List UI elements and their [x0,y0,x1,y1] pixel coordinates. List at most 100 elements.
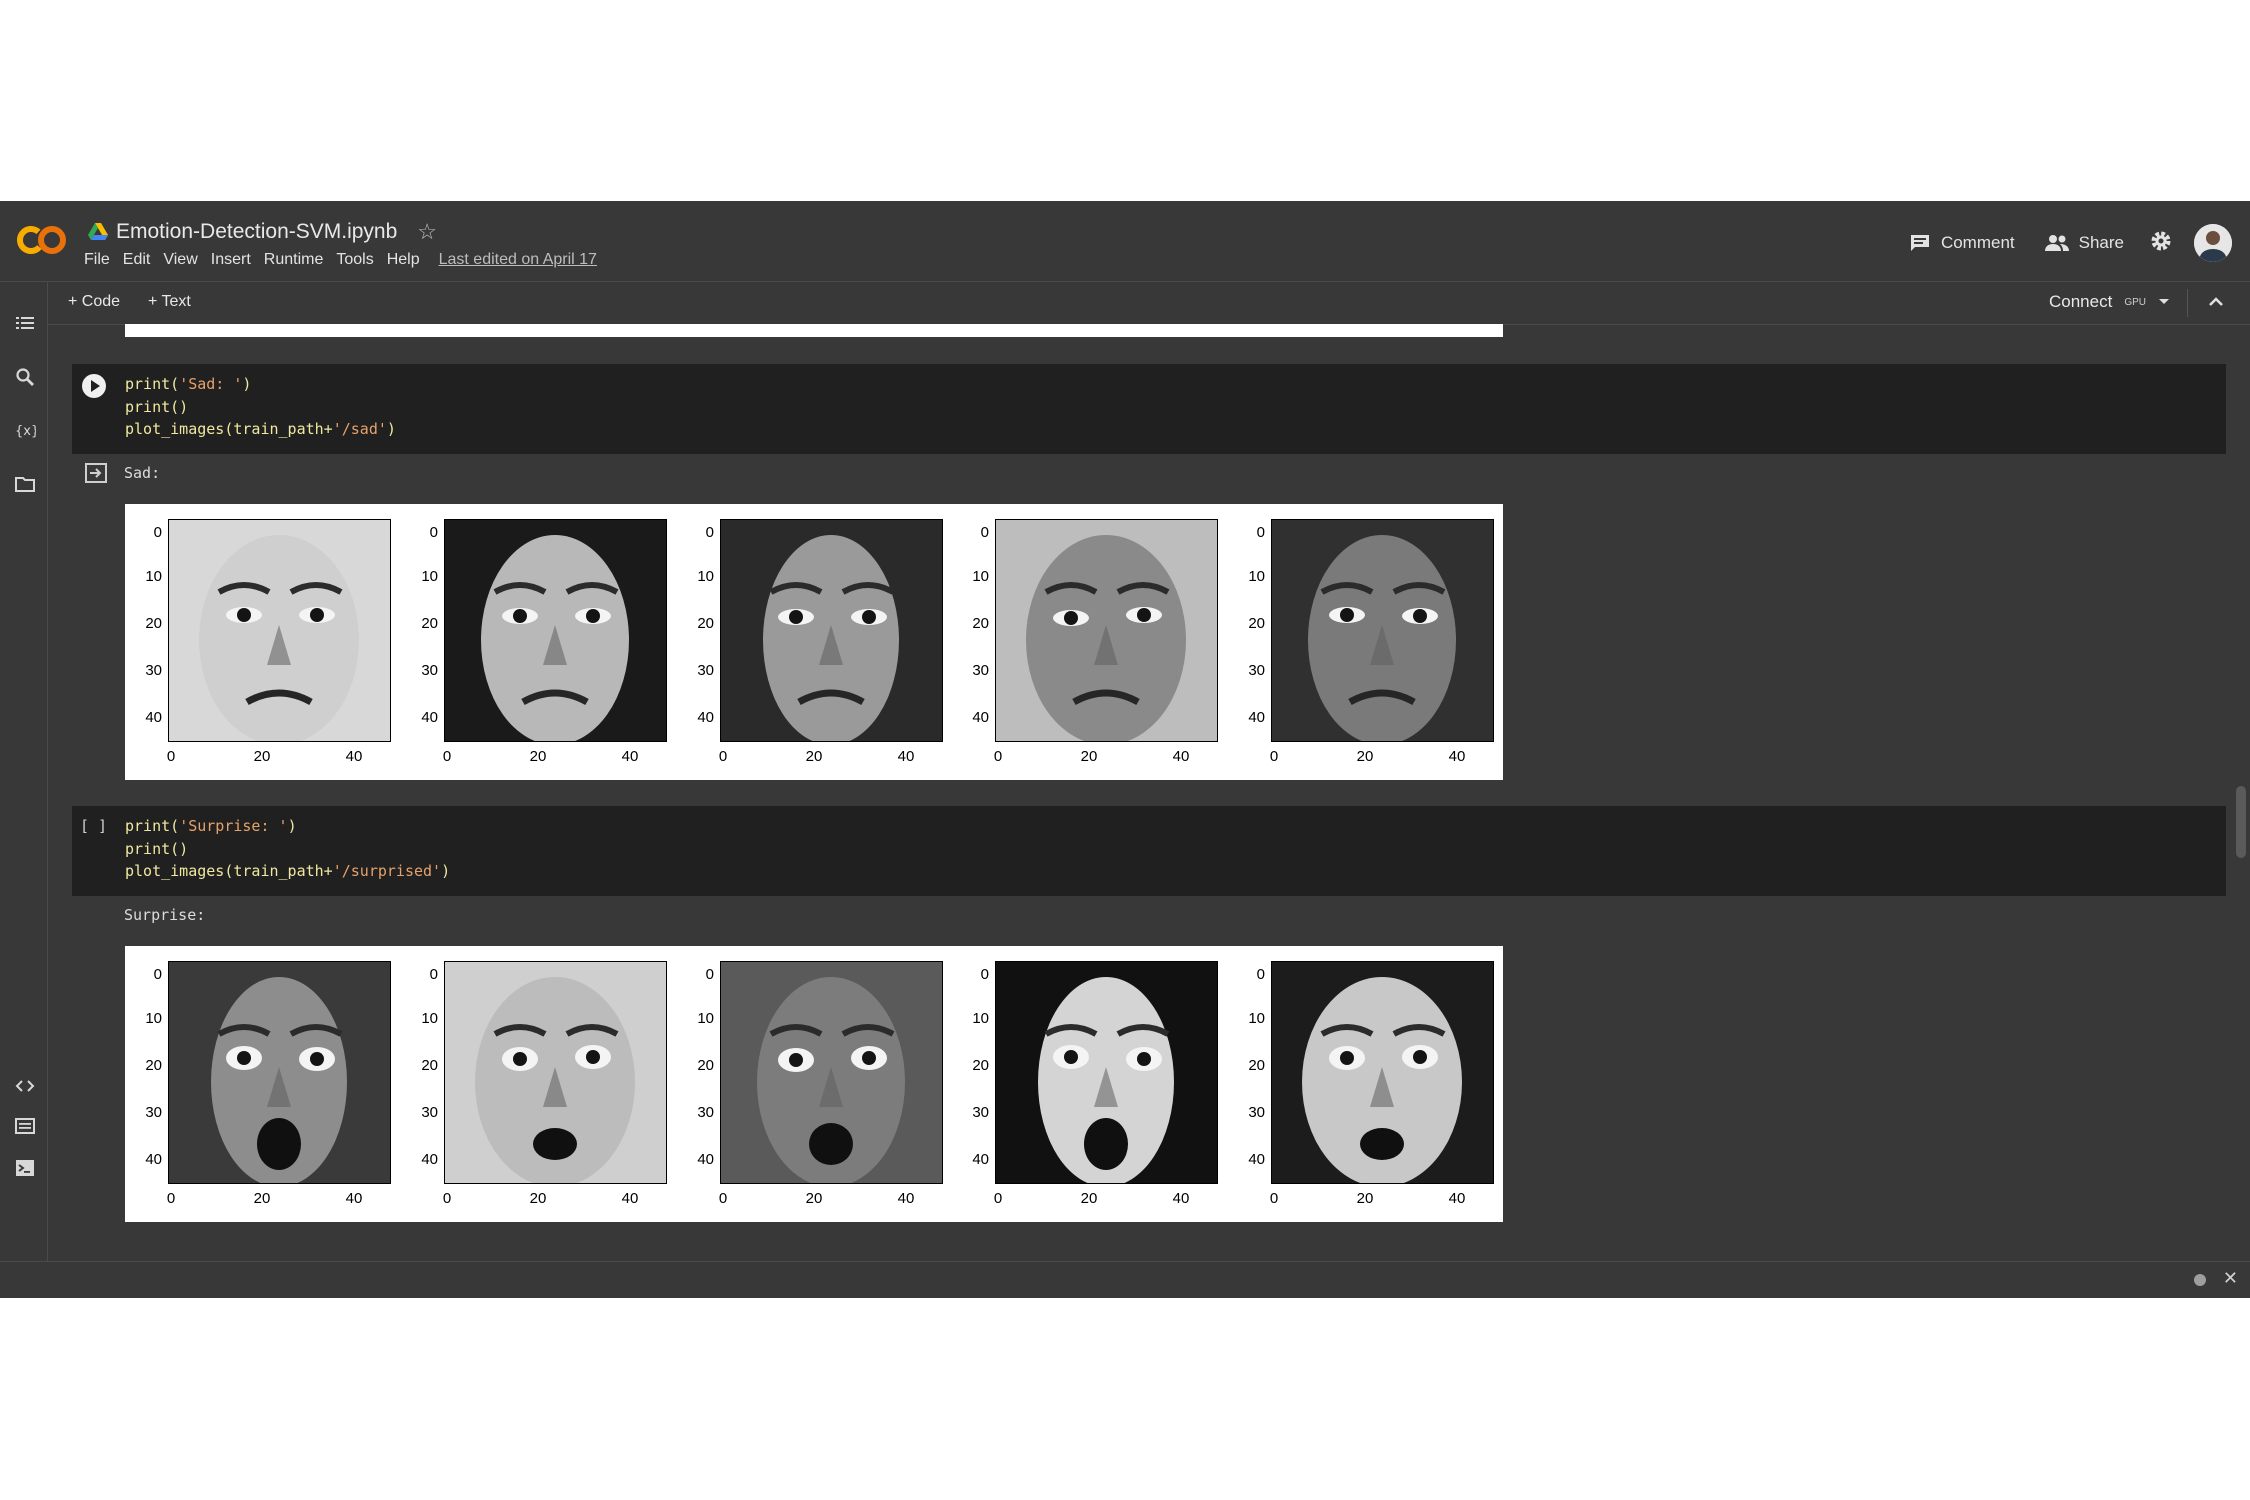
y-tick-label: 30 [145,1104,162,1121]
y-tick-label: 10 [145,568,162,585]
colab-app: Emotion-Detection-SVM.ipynb ☆ File Edit … [0,201,2250,1298]
last-edited-link[interactable]: Last edited on April 17 [439,251,597,269]
code-snippets-icon[interactable] [14,1075,36,1097]
star-icon[interactable]: ☆ [417,219,437,245]
y-tick-label: 0 [429,966,438,983]
comment-icon [1910,235,1929,251]
header: Emotion-Detection-SVM.ipynb ☆ File Edit … [0,201,2250,282]
add-text-button[interactable]: + Text [148,293,191,311]
x-tick-label: 40 [1448,1190,1466,1207]
y-tick-label: 40 [145,1151,162,1168]
y-tick-label: 20 [697,1057,714,1074]
x-tick-label: 40 [1172,748,1190,765]
y-tick-label: 40 [145,709,162,726]
surprise-images-figure: 0 10 20 30 40 0 20 40 0 10 20 30 40 0 20 40 0 10 20 30 40 0 20… [125,946,1503,1222]
terminal-icon[interactable] [14,1157,36,1179]
menu-file[interactable]: File [84,251,110,269]
toolbar-divider [2187,289,2188,317]
code-line: print() [125,397,189,416]
y-tick-label: 20 [421,1057,438,1074]
y-tick-label: 30 [421,662,438,679]
y-tick-label: 20 [1248,1057,1265,1074]
y-tick-label: 20 [145,615,162,632]
table-of-contents-icon[interactable] [14,312,36,334]
y-tick-label: 40 [1248,709,1265,726]
menu-view[interactable]: View [163,251,197,269]
y-tick-label: 20 [1248,615,1265,632]
y-tick-label: 30 [1248,662,1265,679]
share-button[interactable]: Share [2044,233,2124,253]
face-image [168,961,391,1184]
x-tick-label: 0 [718,1190,728,1207]
x-tick-label: 0 [993,1190,1003,1207]
y-tick-label: 0 [153,966,162,983]
x-tick-label: 40 [1448,748,1466,765]
face-image [1271,961,1494,1184]
chevron-down-icon[interactable] [2158,298,2170,306]
avatar[interactable] [2194,224,2232,262]
code-editor[interactable]: print('Sad: ') print() plot_images(train_p… [125,373,396,441]
x-tick-label: 20 [1080,748,1098,765]
y-tick-label: 0 [1256,524,1265,541]
notebook-title[interactable]: Emotion-Detection-SVM.ipynb [116,220,397,244]
y-tick-label: 10 [145,1010,162,1027]
x-tick-label: 0 [1269,1190,1279,1207]
menu-runtime[interactable]: Runtime [264,251,324,269]
scrollbar-thumb[interactable] [2236,786,2246,858]
x-tick-label: 40 [1172,1190,1190,1207]
share-people-icon [2044,235,2069,251]
run-cell-icon[interactable] [81,373,107,399]
y-tick-label: 10 [1248,1010,1265,1027]
close-icon[interactable]: ✕ [2223,1268,2238,1289]
y-tick-label: 40 [421,1151,438,1168]
sad-images-figure: 0 10 20 30 40 0 20 40 0 10 20 30 40 0 20 40 0 10 20 30 40 0 20… [125,504,1503,780]
y-tick-label: 10 [421,568,438,585]
y-tick-label: 10 [972,568,989,585]
colab-logo[interactable] [16,223,68,257]
execution-count[interactable]: [ ] [80,817,107,835]
x-tick-label: 20 [253,1190,271,1207]
x-tick-label: 20 [529,748,547,765]
y-tick-label: 10 [697,1010,714,1027]
face-image [444,961,667,1184]
y-tick-label: 0 [1256,966,1265,983]
y-tick-label: 40 [972,1151,989,1168]
y-tick-label: 40 [1248,1151,1265,1168]
code-line: plot_images(train_path+'/sad') [125,420,396,438]
connect-button[interactable]: Connect GPU [2049,292,2170,312]
connect-label: Connect [2049,292,2113,311]
y-tick-label: 40 [697,1151,714,1168]
x-tick-label: 20 [529,1190,547,1207]
search-icon[interactable] [14,366,36,388]
y-tick-label: 0 [980,966,989,983]
y-tick-label: 10 [972,1010,989,1027]
menu-insert[interactable]: Insert [211,251,251,269]
status-bar: ✕ [0,1261,2250,1298]
output-menu-icon[interactable] [84,462,108,484]
y-tick-label: 0 [705,966,714,983]
menu-help[interactable]: Help [387,251,420,269]
code-editor[interactable]: print('Surprise: ') print() plot_images(tr… [125,815,450,883]
gpu-badge: GPU [2124,296,2146,308]
menu-edit[interactable]: Edit [123,251,151,269]
command-palette-icon[interactable] [14,1115,36,1137]
comment-button[interactable]: Comment [1909,233,2015,253]
previous-output-figure [125,324,1503,337]
code-line: print('Sad: ') [125,375,252,393]
x-tick-label: 20 [805,748,823,765]
menu-tools[interactable]: Tools [336,251,373,269]
add-code-button[interactable]: + Code [68,293,120,311]
code-line: print() [125,839,189,858]
settings-button[interactable] [2150,230,2172,257]
x-tick-label: 0 [166,748,176,765]
x-tick-label: 40 [897,748,915,765]
share-label: Share [2078,233,2124,252]
y-tick-label: 40 [421,709,438,726]
chevron-up-icon[interactable] [2208,295,2224,307]
y-tick-label: 10 [697,568,714,585]
y-tick-label: 10 [1248,568,1265,585]
left-sidebar: {x} [0,281,48,1261]
menu-bar: File Edit View Insert Runtime Tools Help… [84,251,597,269]
folder-icon[interactable] [14,473,36,495]
variables-icon[interactable]: {x} [14,419,36,441]
